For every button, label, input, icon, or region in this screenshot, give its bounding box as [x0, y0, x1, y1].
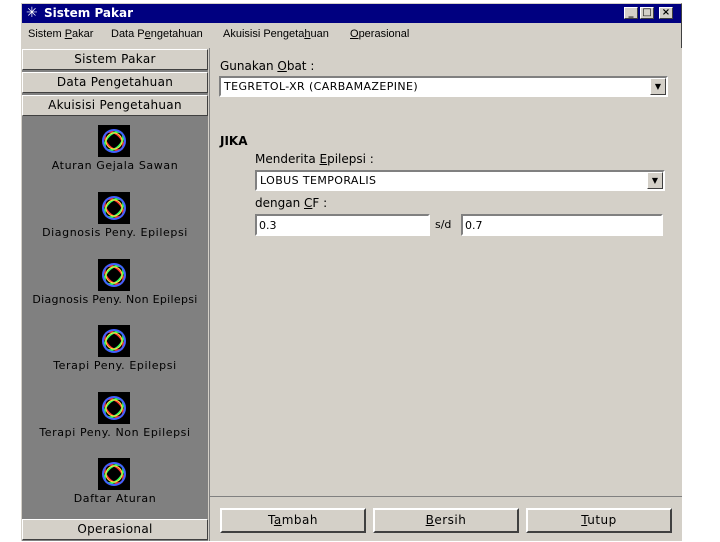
- cf-min-value: 0.3: [259, 219, 277, 232]
- button-bar: Tambah Bersih Tutup: [210, 496, 682, 542]
- title-bar[interactable]: ✳ Sistem Pakar _ □ ×: [22, 4, 681, 23]
- app-star-icon: ✳: [26, 5, 38, 21]
- sidebar-item-daftar-aturan[interactable]: Daftar Aturan: [22, 458, 208, 524]
- sidebar-item-diagnosis-epilepsi[interactable]: Diagnosis Peny. Epilepsi: [22, 192, 208, 258]
- sidebar-header-akuisisi-pengetahuan[interactable]: Akuisisi Pengetahuan: [22, 95, 208, 116]
- sidebar-header-sistem-pakar[interactable]: Sistem Pakar: [22, 49, 208, 70]
- ring-icon: [98, 458, 130, 490]
- cf-max-input[interactable]: 0.7: [461, 214, 663, 236]
- sidebar-item-label: Aturan Gejala Sawan: [51, 159, 179, 172]
- epilepsi-select[interactable]: LOBUS TEMPORALIS ▼: [255, 170, 665, 191]
- window-title: Sistem Pakar: [44, 6, 134, 20]
- sidebar-item-terapi-non-epilepsi[interactable]: Terapi Peny. Non Epilepsi: [22, 392, 208, 458]
- sd-label: s/d: [435, 218, 452, 231]
- close-button[interactable]: ×: [659, 7, 673, 19]
- sidebar-header-operasional[interactable]: Operasional: [22, 519, 208, 540]
- app-window: ✳ Sistem Pakar _ □ × Sistem Pakar Data P…: [21, 3, 682, 541]
- tambah-button[interactable]: Tambah: [220, 508, 366, 533]
- sidebar-item-label: Daftar Aturan: [73, 492, 157, 505]
- ring-icon: [98, 392, 130, 424]
- sidebar-item-label: Diagnosis Peny. Non Epilepsi: [32, 293, 198, 306]
- chevron-down-icon[interactable]: ▼: [650, 78, 666, 95]
- cf-label: dengan CF :: [255, 196, 328, 210]
- sidebar-item-label: Diagnosis Peny. Epilepsi: [42, 226, 188, 239]
- sidebar-item-label: Terapi Peny. Epilepsi: [53, 359, 177, 372]
- main-panel: Gunakan Obat : TEGRETOL-XR (CARBAMAZEPIN…: [209, 48, 682, 541]
- minimize-button[interactable]: _: [624, 7, 638, 19]
- menu-sistem-pakar[interactable]: Sistem Pakar: [28, 28, 93, 40]
- obat-label: Gunakan Obat :: [220, 59, 315, 73]
- sidebar: Sistem Pakar Data Pengetahuan Akuisisi P…: [22, 49, 208, 541]
- ring-icon: [98, 125, 130, 157]
- sidebar-item-aturan-gejala-sawan[interactable]: Aturan Gejala Sawan: [22, 125, 208, 191]
- ring-icon: [98, 192, 130, 224]
- chevron-down-icon[interactable]: ▼: [647, 172, 663, 189]
- epilepsi-label: Menderita Epilepsi :: [255, 152, 374, 166]
- cf-max-value: 0.7: [465, 219, 483, 232]
- sidebar-item-terapi-epilepsi[interactable]: Terapi Peny. Epilepsi: [22, 325, 208, 391]
- menu-operasional[interactable]: Operasional: [350, 28, 409, 40]
- maximize-button[interactable]: □: [640, 7, 654, 19]
- menu-akuisisi-pengetahuan[interactable]: Akuisisi Pengetahuan: [223, 28, 329, 40]
- jika-label: JIKA: [220, 134, 248, 148]
- ring-icon: [98, 259, 130, 291]
- menu-bar: Sistem Pakar Data Pengetahuan Akuisisi P…: [22, 24, 681, 46]
- bersih-button[interactable]: Bersih: [373, 508, 519, 533]
- sidebar-item-label: Terapi Peny. Non Epilepsi: [39, 426, 191, 439]
- cf-min-input[interactable]: 0.3: [255, 214, 430, 236]
- tutup-button[interactable]: Tutup: [526, 508, 672, 533]
- menu-data-pengetahuan[interactable]: Data Pengetahuan: [111, 28, 203, 40]
- sidebar-item-diagnosis-non-epilepsi[interactable]: Diagnosis Peny. Non Epilepsi: [22, 259, 208, 325]
- epilepsi-select-value: LOBUS TEMPORALIS: [260, 174, 377, 187]
- obat-select[interactable]: TEGRETOL-XR (CARBAMAZEPINE) ▼: [219, 76, 668, 97]
- sidebar-header-data-pengetahuan[interactable]: Data Pengetahuan: [22, 72, 208, 93]
- obat-select-value: TEGRETOL-XR (CARBAMAZEPINE): [224, 80, 419, 93]
- ring-icon: [98, 325, 130, 357]
